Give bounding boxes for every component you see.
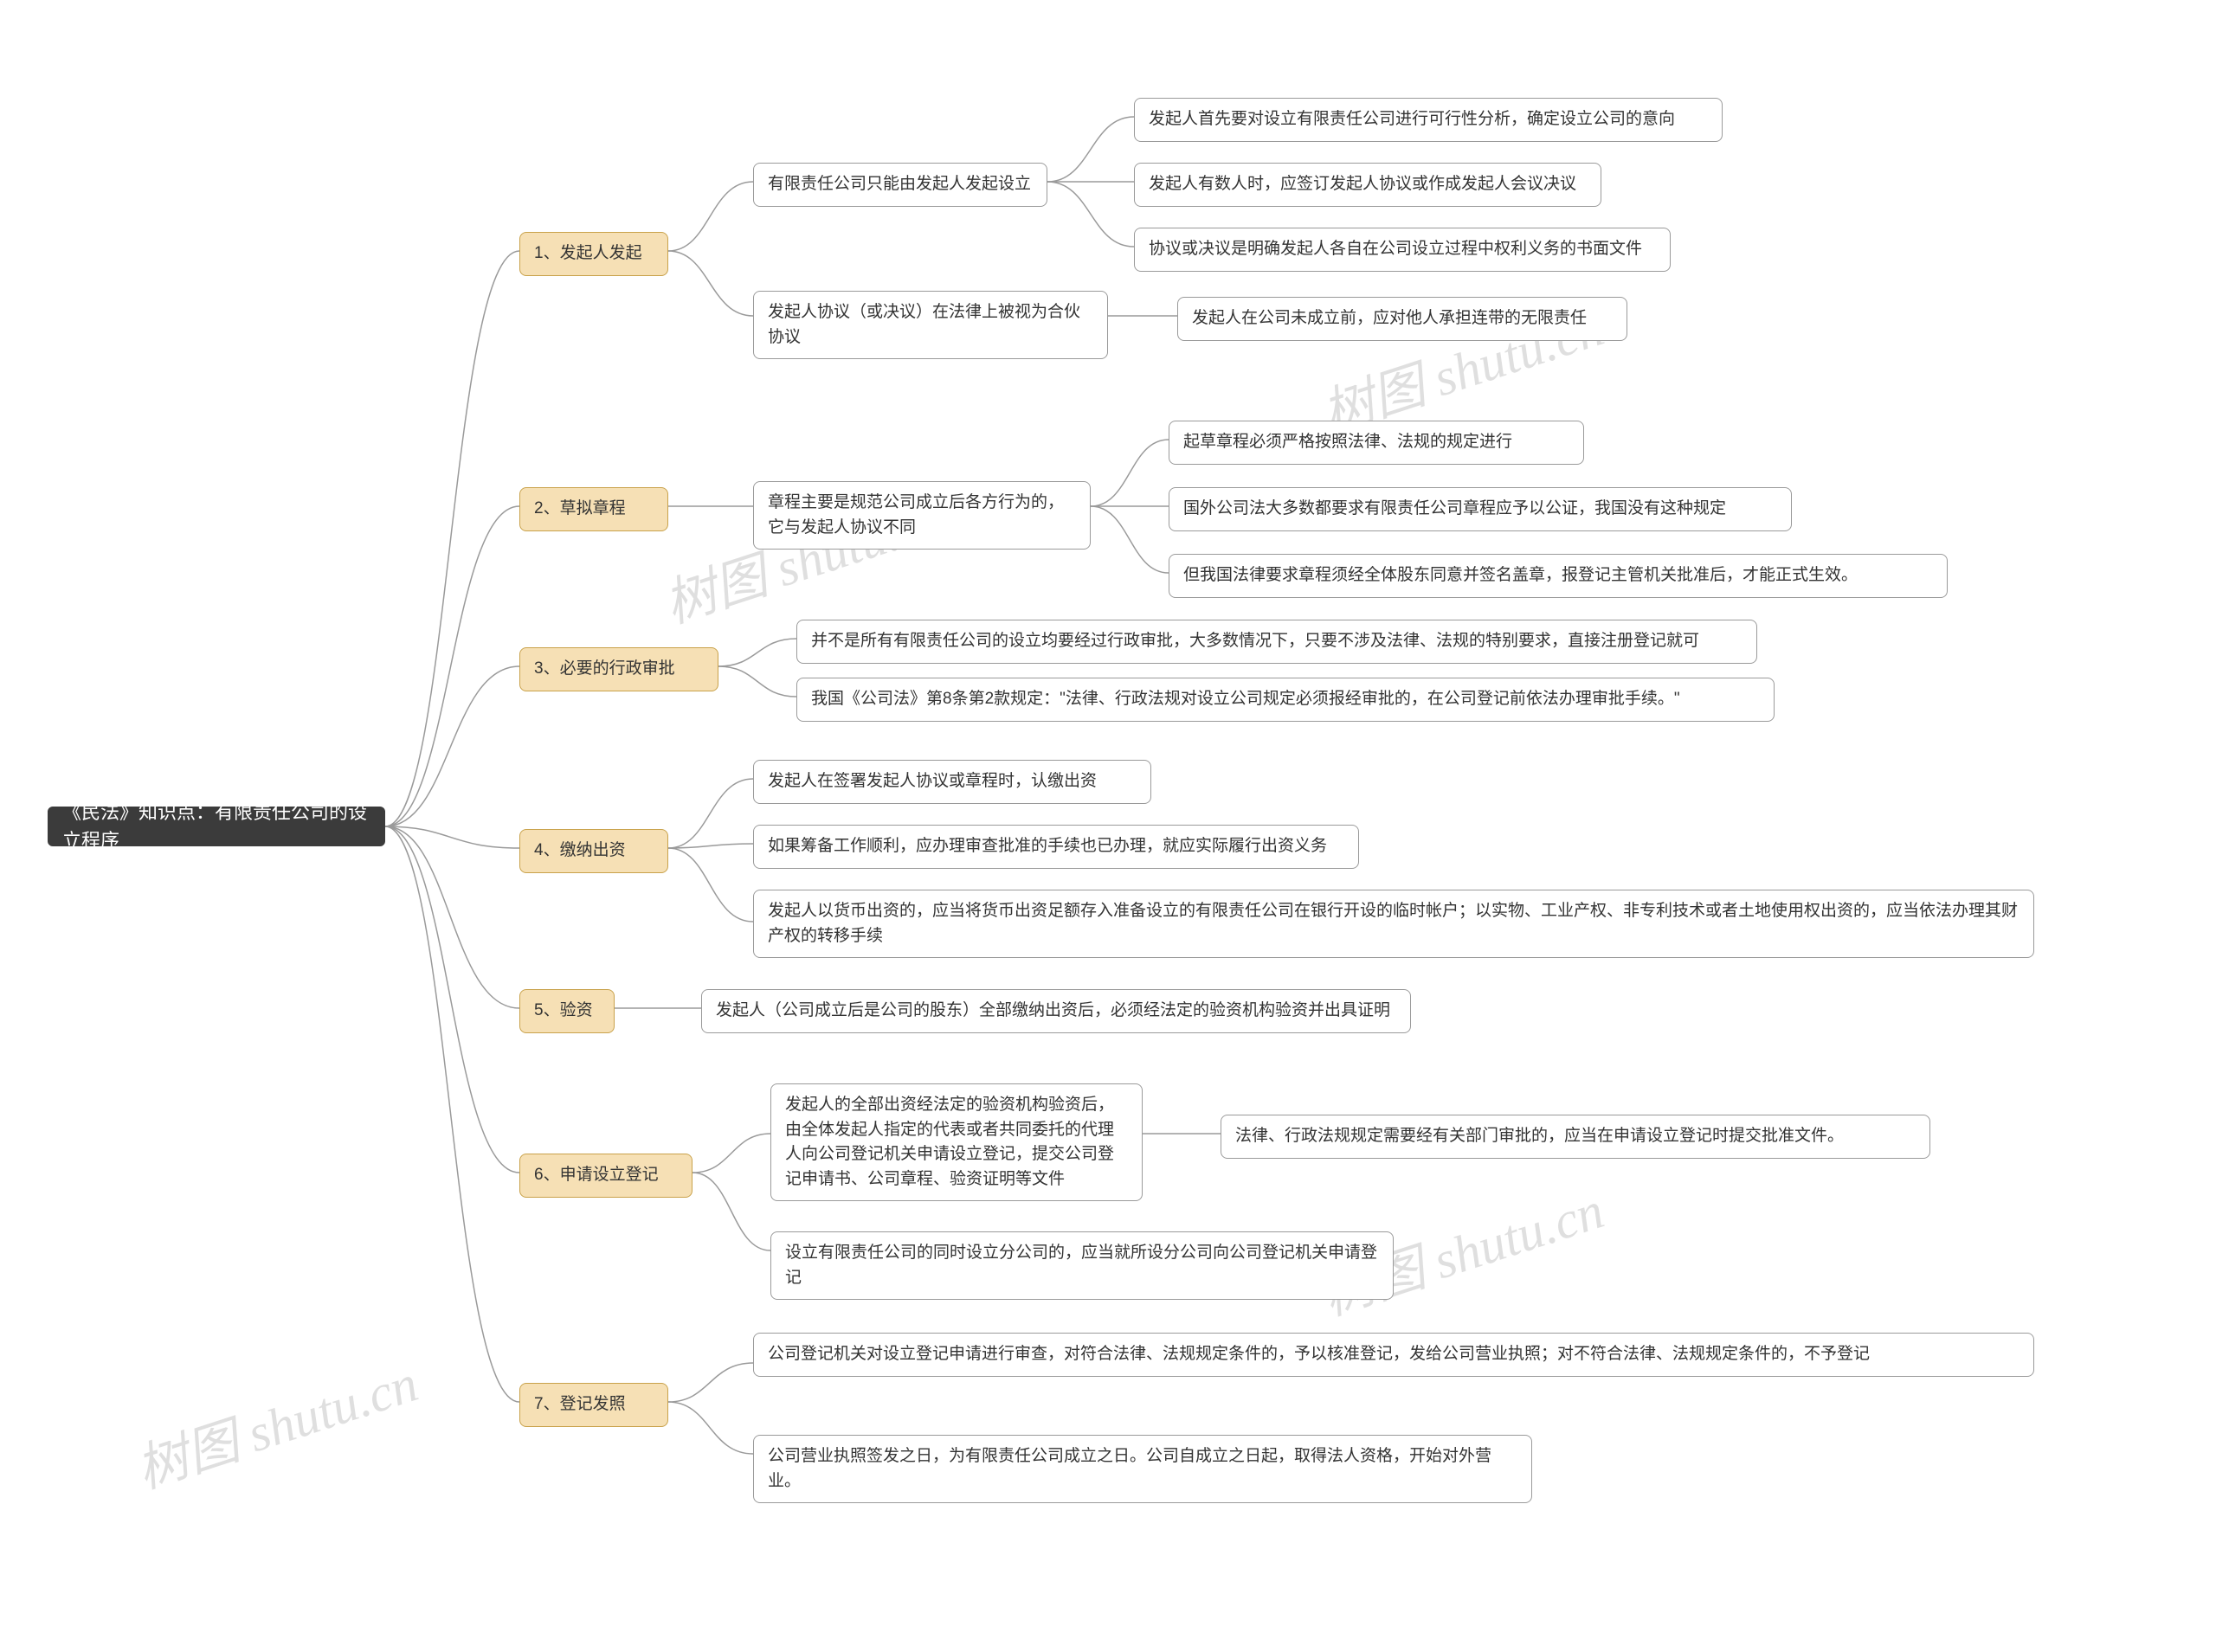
b7-n1-label: 公司登记机关对设立登记申请进行审查，对符合法律、法规规定条件的，予以核准登记，发… bbox=[768, 1342, 1870, 1367]
b5-n1[interactable]: 发起人（公司成立后是公司的股东）全部缴纳出资后，必须经法定的验资机构验资并出具证… bbox=[701, 989, 1411, 1033]
branch-4-label: 4、缴纳出资 bbox=[534, 839, 626, 864]
branch-6-label: 6、申请设立登记 bbox=[534, 1163, 659, 1188]
b1-n2[interactable]: 发起人协议（或决议）在法律上被视为合伙协议 bbox=[753, 291, 1108, 359]
branch-6[interactable]: 6、申请设立登记 bbox=[519, 1154, 692, 1198]
b4-n3-label: 发起人以货币出资的，应当将货币出资足额存入准备设立的有限责任公司在银行开设的临时… bbox=[768, 899, 2020, 948]
b6-n2[interactable]: 设立有限责任公司的同时设立分公司的，应当就所设分公司向公司登记机关申请登记 bbox=[770, 1231, 1394, 1300]
b1-n2-label: 发起人协议（或决议）在法律上被视为合伙协议 bbox=[768, 300, 1093, 350]
b2-n1b-label: 国外公司法大多数都要求有限责任公司章程应予以公证，我国没有这种规定 bbox=[1183, 497, 1726, 522]
branch-5[interactable]: 5、验资 bbox=[519, 989, 615, 1033]
b3-n2[interactable]: 我国《公司法》第8条第2款规定："法律、行政法规对设立公司规定必须报经审批的，在… bbox=[796, 678, 1775, 722]
branch-3[interactable]: 3、必要的行政审批 bbox=[519, 647, 718, 691]
b3-n1[interactable]: 并不是所有有限责任公司的设立均要经过行政审批，大多数情况下，只要不涉及法律、法规… bbox=[796, 620, 1757, 664]
mindmap-canvas: { "watermark_a": "树图 shutu.cn", "waterma… bbox=[0, 0, 2216, 1652]
branch-7[interactable]: 7、登记发照 bbox=[519, 1383, 668, 1427]
b6-n1a-label: 法律、行政法规规定需要经有关部门审批的，应当在申请设立登记时提交批准文件。 bbox=[1235, 1124, 1844, 1149]
b2-n1[interactable]: 章程主要是规范公司成立后各方行为的，它与发起人协议不同 bbox=[753, 481, 1091, 550]
b1-n2a[interactable]: 发起人在公司未成立前，应对他人承担连带的无限责任 bbox=[1177, 297, 1627, 341]
branch-1[interactable]: 1、发起人发起 bbox=[519, 232, 668, 276]
branch-2-label: 2、草拟章程 bbox=[534, 497, 626, 522]
b6-n1-label: 发起人的全部出资经法定的验资机构验资后，由全体发起人指定的代表或者共同委托的代理… bbox=[785, 1093, 1128, 1192]
b6-n2-label: 设立有限责任公司的同时设立分公司的，应当就所设分公司向公司登记机关申请登记 bbox=[785, 1241, 1379, 1290]
b4-n1-label: 发起人在签署发起人协议或章程时，认缴出资 bbox=[768, 769, 1097, 794]
b1-n1a[interactable]: 发起人首先要对设立有限责任公司进行可行性分析，确定设立公司的意向 bbox=[1134, 98, 1723, 142]
b4-n3[interactable]: 发起人以货币出资的，应当将货币出资足额存入准备设立的有限责任公司在银行开设的临时… bbox=[753, 890, 2034, 958]
branch-4[interactable]: 4、缴纳出资 bbox=[519, 829, 668, 873]
root-label: 《民法》知识点：有限责任公司的设立程序 bbox=[62, 798, 370, 855]
b3-n2-label: 我国《公司法》第8条第2款规定："法律、行政法规对设立公司规定必须报经审批的，在… bbox=[811, 687, 1680, 712]
branch-7-label: 7、登记发照 bbox=[534, 1392, 626, 1417]
b1-n1-label: 有限责任公司只能由发起人发起设立 bbox=[768, 172, 1031, 197]
b6-n1a[interactable]: 法律、行政法规规定需要经有关部门审批的，应当在申请设立登记时提交批准文件。 bbox=[1221, 1115, 1930, 1159]
root-node[interactable]: 《民法》知识点：有限责任公司的设立程序 bbox=[48, 807, 385, 846]
b7-n2-label: 公司营业执照签发之日，为有限责任公司成立之日。公司自成立之日起，取得法人资格，开… bbox=[768, 1444, 1517, 1494]
b2-n1b[interactable]: 国外公司法大多数都要求有限责任公司章程应予以公证，我国没有这种规定 bbox=[1169, 487, 1792, 531]
b2-n1a-label: 起草章程必须严格按照法律、法规的规定进行 bbox=[1183, 430, 1512, 455]
b1-n1b-label: 发起人有数人时，应签订发起人协议或作成发起人会议决议 bbox=[1149, 172, 1576, 197]
b6-n1[interactable]: 发起人的全部出资经法定的验资机构验资后，由全体发起人指定的代表或者共同委托的代理… bbox=[770, 1083, 1143, 1201]
b3-n1-label: 并不是所有有限责任公司的设立均要经过行政审批，大多数情况下，只要不涉及法律、法规… bbox=[811, 629, 1699, 654]
b7-n1[interactable]: 公司登记机关对设立登记申请进行审查，对符合法律、法规规定条件的，予以核准登记，发… bbox=[753, 1333, 2034, 1377]
b4-n2-label: 如果筹备工作顺利，应办理审查批准的手续也已办理，就应实际履行出资义务 bbox=[768, 834, 1327, 859]
branch-1-label: 1、发起人发起 bbox=[534, 241, 642, 267]
b1-n1c-label: 协议或决议是明确发起人各自在公司设立过程中权利义务的书面文件 bbox=[1149, 237, 1642, 262]
b1-n1b[interactable]: 发起人有数人时，应签订发起人协议或作成发起人会议决议 bbox=[1134, 163, 1601, 207]
b4-n1[interactable]: 发起人在签署发起人协议或章程时，认缴出资 bbox=[753, 760, 1151, 804]
b1-n1c[interactable]: 协议或决议是明确发起人各自在公司设立过程中权利义务的书面文件 bbox=[1134, 228, 1671, 272]
b1-n1[interactable]: 有限责任公司只能由发起人发起设立 bbox=[753, 163, 1047, 207]
b2-n1c[interactable]: 但我国法律要求章程须经全体股东同意并签名盖章，报登记主管机关批准后，才能正式生效… bbox=[1169, 554, 1948, 598]
branch-3-label: 3、必要的行政审批 bbox=[534, 657, 675, 682]
branch-5-label: 5、验资 bbox=[534, 999, 593, 1024]
b5-n1-label: 发起人（公司成立后是公司的股东）全部缴纳出资后，必须经法定的验资机构验资并出具证… bbox=[716, 999, 1390, 1024]
b7-n2[interactable]: 公司营业执照签发之日，为有限责任公司成立之日。公司自成立之日起，取得法人资格，开… bbox=[753, 1435, 1532, 1503]
b2-n1-label: 章程主要是规范公司成立后各方行为的，它与发起人协议不同 bbox=[768, 491, 1076, 540]
b1-n1a-label: 发起人首先要对设立有限责任公司进行可行性分析，确定设立公司的意向 bbox=[1149, 107, 1675, 132]
branch-2[interactable]: 2、草拟章程 bbox=[519, 487, 668, 531]
b2-n1c-label: 但我国法律要求章程须经全体股东同意并签名盖章，报登记主管机关批准后，才能正式生效… bbox=[1183, 563, 1858, 588]
b2-n1a[interactable]: 起草章程必须严格按照法律、法规的规定进行 bbox=[1169, 421, 1584, 465]
b1-n2a-label: 发起人在公司未成立前，应对他人承担连带的无限责任 bbox=[1192, 306, 1587, 331]
b4-n2[interactable]: 如果筹备工作顺利，应办理审查批准的手续也已办理，就应实际履行出资义务 bbox=[753, 825, 1359, 869]
